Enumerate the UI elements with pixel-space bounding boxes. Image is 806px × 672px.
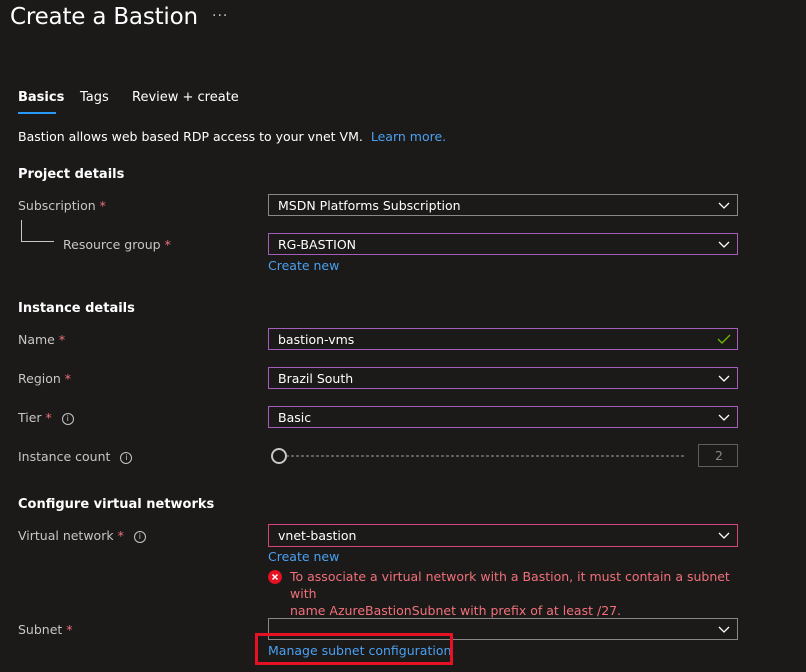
instance-count-value: 2: [715, 448, 723, 463]
tier-value: Basic: [278, 410, 312, 425]
required-marker: *: [58, 332, 66, 347]
chevron-down-icon: [718, 414, 730, 421]
section-instance-details: Instance details: [18, 301, 135, 316]
checkmark-icon: [717, 334, 731, 344]
chevron-down-icon: [718, 532, 730, 539]
tier-dropdown[interactable]: Basic: [268, 406, 738, 428]
section-project-details: Project details: [18, 167, 125, 182]
chevron-down-icon: [718, 626, 730, 633]
instance-count-label: Instance count i: [18, 449, 133, 464]
required-marker: *: [66, 622, 73, 637]
required-marker: *: [117, 528, 124, 543]
tree-connector-horizontal: [21, 241, 54, 242]
tab-tags[interactable]: Tags: [80, 90, 109, 105]
error-icon: [268, 570, 282, 584]
required-marker: *: [99, 198, 106, 213]
info-icon[interactable]: i: [61, 412, 74, 425]
validation-error-message: To associate a virtual network with a Ba…: [290, 568, 740, 619]
chevron-down-icon: [718, 202, 730, 209]
name-value: bastion-vms: [278, 332, 355, 347]
region-value: Brazil South: [278, 371, 354, 386]
active-tab-indicator: [18, 112, 56, 114]
tier-label: Tier * i: [18, 410, 74, 425]
subscription-value: MSDN Platforms Subscription: [278, 198, 461, 213]
chevron-down-icon: [718, 241, 730, 248]
resource-group-label-text: Resource group: [63, 237, 161, 252]
intro-description: Bastion allows web based RDP access to y…: [18, 129, 363, 144]
subnet-label-text: Subnet: [18, 622, 63, 637]
tab-review-create[interactable]: Review + create: [132, 90, 239, 105]
subscription-label-text: Subscription: [18, 198, 96, 213]
region-label-text: Region: [18, 371, 61, 386]
resource-group-dropdown[interactable]: RG-BASTION: [268, 233, 738, 255]
instance-count-label-text: Instance count: [18, 449, 111, 464]
resource-group-value: RG-BASTION: [278, 237, 357, 252]
name-input[interactable]: bastion-vms: [268, 328, 738, 350]
name-label-text: Name: [18, 332, 55, 347]
subscription-dropdown[interactable]: MSDN Platforms Subscription: [268, 194, 738, 216]
info-icon[interactable]: i: [133, 530, 146, 543]
tab-basics[interactable]: Basics: [18, 90, 64, 105]
create-new-vnet-link[interactable]: Create new: [268, 549, 339, 564]
region-label: Region *: [18, 371, 71, 386]
tier-label-text: Tier: [18, 410, 42, 425]
virtual-network-label: Virtual network * i: [18, 528, 146, 543]
intro-text: Bastion allows web based RDP access to y…: [18, 129, 446, 144]
virtual-network-dropdown[interactable]: vnet-bastion: [268, 524, 738, 547]
page-title: Create a Bastion: [10, 4, 198, 30]
subscription-label: Subscription *: [18, 198, 106, 213]
name-label: Name *: [18, 332, 65, 347]
required-marker: *: [164, 237, 171, 252]
more-options-button[interactable]: ···: [212, 8, 228, 24]
instance-count-slider-track: [286, 455, 686, 457]
required-marker: *: [64, 371, 72, 386]
chevron-down-icon: [718, 375, 730, 382]
virtual-network-label-text: Virtual network: [18, 528, 114, 543]
instance-count-slider-thumb[interactable]: [271, 448, 287, 464]
section-virtual-networks: Configure virtual networks: [18, 497, 215, 512]
subnet-label: Subnet *: [18, 622, 73, 637]
error-line-1: To associate a virtual network with a Ba…: [290, 569, 730, 601]
instance-count-input[interactable]: 2: [698, 444, 738, 467]
highlight-annotation-box: [255, 633, 453, 665]
virtual-network-value: vnet-bastion: [278, 528, 357, 543]
required-marker: *: [45, 410, 52, 425]
region-dropdown[interactable]: Brazil South: [268, 367, 738, 389]
tree-connector: [21, 220, 22, 242]
create-new-resource-group-link[interactable]: Create new: [268, 258, 339, 273]
resource-group-label: Resource group *: [63, 237, 171, 252]
error-line-2: name AzureBastionSubnet with prefix of a…: [290, 603, 622, 618]
info-icon[interactable]: i: [120, 451, 133, 464]
learn-more-link[interactable]: Learn more.: [371, 129, 446, 144]
